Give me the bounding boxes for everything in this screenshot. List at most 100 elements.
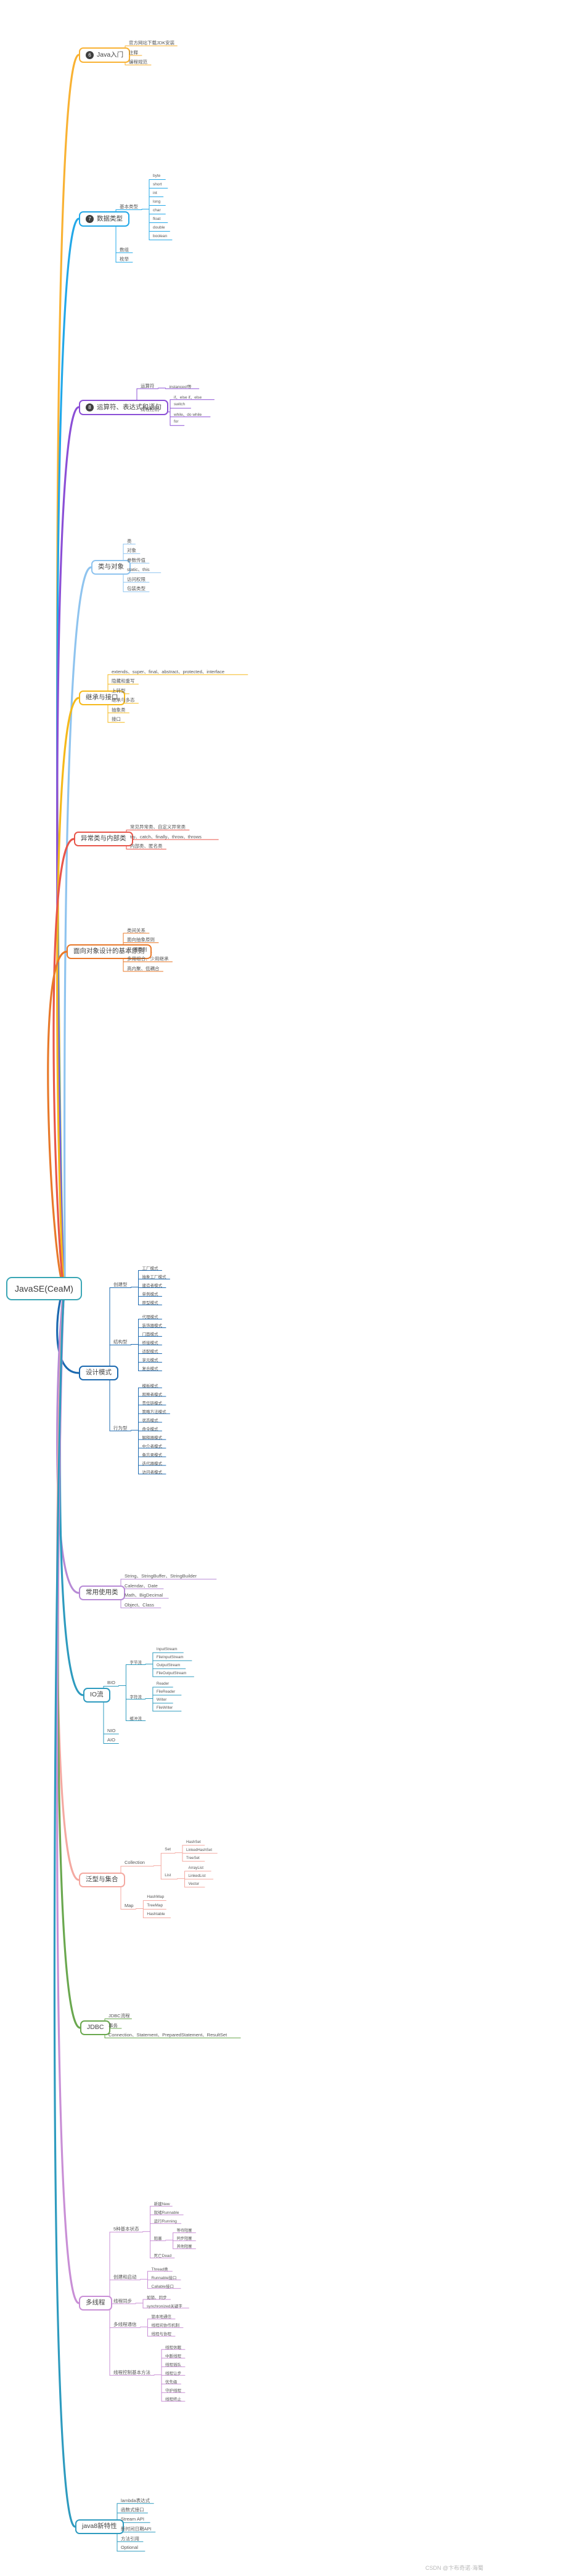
leaf-multithread-3-4[interactable]: 优先级 (165, 2378, 178, 2384)
leaf-design-patterns-2-1[interactable]: 结构型 (113, 1339, 128, 1345)
leaf-operators-2-0[interactable]: 运算符 (141, 383, 155, 389)
leaf-design-patterns-3-5[interactable]: 享元模式 (142, 1356, 158, 1363)
leaf-generics-collections-3-1[interactable]: List (165, 1873, 171, 1877)
leaf-design-patterns-3-5[interactable]: 命令模式 (142, 1425, 158, 1432)
leaf-inherit-interface-2-0[interactable]: extends、super、final、abstract、protected、i… (112, 668, 224, 675)
leaf-generics-collections-4-2[interactable]: Vector (189, 1882, 200, 1886)
leaf-io-3-0[interactable]: 字节流 (129, 1659, 142, 1665)
leaf-io-4-3[interactable]: FileOutputStream (157, 1671, 187, 1675)
leaf-design-patterns-3-4[interactable]: 状态模式 (142, 1417, 158, 1423)
leaf-multithread-3-1[interactable]: Runnable接口 (152, 2274, 177, 2280)
leaf-oo-principles-2-2[interactable]: 开-闭原则 (127, 946, 147, 953)
leaf-multithread-3-1[interactable]: 线程间协作机制 (152, 2322, 180, 2328)
leaf-generics-collections-4-2[interactable]: TreeSet (186, 1856, 200, 1860)
leaf-multithread-3-6[interactable]: 线程终止 (165, 2396, 181, 2402)
leaf-multithread-3-2[interactable]: Callable接口 (152, 2283, 174, 2289)
leaf-io-4-2[interactable]: OutputStream (157, 1663, 181, 1667)
leaf-design-patterns-3-0[interactable]: 模板模式 (142, 1382, 158, 1388)
leaf-oo-principles-2-3[interactable]: 多用组合、少用继承 (127, 955, 169, 962)
leaf-multithread-3-2[interactable]: 线程插队 (165, 2361, 181, 2367)
leaf-design-patterns-3-9[interactable]: 迭代器模式 (142, 1460, 163, 1466)
leaf-multithread-3-5[interactable]: 守护线程 (165, 2387, 181, 2393)
leaf-operators-2-1[interactable]: 流程控制 (141, 406, 159, 413)
leaf-common-classes-2-3[interactable]: Object、Class (125, 1602, 154, 1608)
leaf-java8-2-0[interactable]: lambda表达式 (121, 2497, 150, 2504)
leaf-design-patterns-3-3[interactable]: 策略方法模式 (142, 1408, 166, 1414)
leaf-design-patterns-3-6[interactable]: 复合模式 (142, 1365, 158, 1371)
leaf-multithread-2-3[interactable]: 多线程通信 (113, 2321, 137, 2328)
leaf-multithread-4-0[interactable]: 等待阻塞 (177, 2227, 192, 2233)
leaf-generics-collections-2-0[interactable]: Collection (125, 1860, 145, 1865)
leaf-operators-3-0[interactable]: instanceof等 (170, 383, 192, 389)
leaf-multithread-3-0[interactable]: 如锁、同步 (147, 2294, 167, 2300)
leaf-generics-collections-2-1[interactable]: Map (125, 1903, 134, 1908)
leaf-exception-inner-2-2[interactable]: 内部类、匿名类 (130, 843, 163, 849)
leaf-jdbc-2-0[interactable]: JDBC流程 (108, 2012, 130, 2019)
leaf-java-intro-2-2[interactable]: 编程规范 (129, 59, 147, 65)
leaf-design-patterns-3-7[interactable]: 中介者模式 (142, 1443, 163, 1449)
leaf-design-patterns-3-2[interactable]: 责任链模式 (142, 1399, 163, 1406)
leaf-generics-collections-4-1[interactable]: LinkedHashSet (186, 1848, 212, 1852)
leaf-design-patterns-3-4[interactable]: 原型模式 (142, 1299, 158, 1305)
leaf-design-patterns-3-1[interactable]: 观察者模式 (142, 1391, 163, 1397)
leaf-design-patterns-3-2[interactable]: 门面模式 (142, 1331, 158, 1337)
leaf-io-2-1[interactable]: NIO (107, 1728, 115, 1733)
leaf-class-object-2-1[interactable]: 对象 (127, 547, 136, 554)
leaf-data-types-3-7[interactable]: boolean (153, 234, 167, 238)
leaf-jdbc-2-1[interactable]: 事务 (108, 2022, 118, 2029)
leaf-java8-2-3[interactable]: 新时间日期API (121, 2525, 152, 2532)
leaf-generics-collections-4-0[interactable]: ArrayList (189, 1866, 203, 1870)
leaf-data-types-3-1[interactable]: short (153, 182, 162, 187)
leaf-multithread-2-0[interactable]: 5种基本状态 (113, 2226, 139, 2232)
leaf-io-2-0[interactable]: BIO (107, 1680, 115, 1685)
leaf-design-patterns-3-1[interactable]: 抽象工厂模式 (142, 1273, 166, 1279)
leaf-multithread-3-1[interactable]: 中断线程 (165, 2352, 181, 2359)
leaf-generics-collections-3-2[interactable]: Hashtable (147, 1912, 165, 1916)
leaf-design-patterns-3-0[interactable]: 代理模式 (142, 1313, 158, 1319)
leaf-design-patterns-3-10[interactable]: 访问者模式 (142, 1468, 163, 1475)
leaf-design-patterns-3-4[interactable]: 适配模式 (142, 1348, 158, 1354)
leaf-design-patterns-3-0[interactable]: 工厂模式 (142, 1265, 158, 1271)
leaf-java8-2-2[interactable]: Stream API (121, 2516, 144, 2522)
branch-node-class-object[interactable]: 类与对象 (91, 560, 131, 575)
leaf-multithread-2-4[interactable]: 线程控制基本方法 (113, 2369, 150, 2376)
leaf-generics-collections-4-1[interactable]: LinkedList (189, 1874, 206, 1878)
branch-node-io[interactable]: IO流 (83, 1688, 110, 1703)
leaf-design-patterns-3-1[interactable]: 装饰器模式 (142, 1322, 163, 1328)
leaf-inherit-interface-2-1[interactable]: 隐藏和重写 (112, 678, 135, 684)
leaf-generics-collections-3-1[interactable]: TreeMap (147, 1903, 163, 1908)
leaf-multithread-3-0[interactable]: 锁本地通信 (152, 2313, 172, 2319)
leaf-multithread-3-4[interactable]: 死亡Dead (154, 2252, 172, 2258)
leaf-design-patterns-2-2[interactable]: 行为型 (113, 1425, 128, 1432)
leaf-class-object-2-0[interactable]: 类 (127, 538, 132, 545)
leaf-io-4-0[interactable]: InputStream (157, 1647, 178, 1651)
leaf-io-3-1[interactable]: 字符流 (129, 1693, 142, 1699)
leaf-oo-principles-2-1[interactable]: 面向抽象原则 (127, 936, 155, 943)
leaf-generics-collections-4-0[interactable]: HashSet (186, 1840, 201, 1844)
leaf-data-types-3-3[interactable]: long (153, 200, 160, 204)
leaf-common-classes-2-1[interactable]: Calendar、Date (125, 1582, 158, 1589)
branch-node-exception-inner[interactable]: 异常类与内部类 (74, 832, 133, 846)
leaf-design-patterns-2-0[interactable]: 创建型 (113, 1281, 128, 1288)
leaf-data-types-2-1[interactable]: 数组 (120, 246, 129, 253)
leaf-data-types-2-2[interactable]: 枚举 (120, 256, 129, 262)
leaf-operators-3-0[interactable]: if、else if、else (174, 394, 202, 400)
leaf-multithread-4-1[interactable]: 同步阻塞 (177, 2235, 192, 2241)
leaf-class-object-2-2[interactable]: 参数传值 (127, 557, 145, 564)
leaf-data-types-2-0[interactable]: 基本类型 (120, 203, 138, 210)
leaf-common-classes-2-0[interactable]: String、StringBuffer、StringBuilder (125, 1573, 197, 1579)
leaf-java8-2-5[interactable]: Optional (121, 2545, 138, 2550)
leaf-jdbc-2-2[interactable]: Connection、Statement、PreparedStatement、R… (108, 2031, 227, 2038)
leaf-java-intro-2-1[interactable]: 注释 (129, 49, 138, 56)
leaf-multithread-3-0[interactable]: Thread类 (152, 2266, 168, 2272)
leaf-io-2-2[interactable]: AIO (107, 1737, 115, 1743)
leaf-operators-3-3[interactable]: for (174, 419, 179, 424)
leaf-data-types-3-0[interactable]: byte (153, 174, 160, 178)
branch-node-jdbc[interactable]: JDBC (80, 2020, 111, 2035)
leaf-design-patterns-3-3[interactable]: 单例模式 (142, 1290, 158, 1297)
leaf-design-patterns-3-8[interactable]: 备忘录模式 (142, 1451, 163, 1457)
leaf-java-intro-2-0[interactable]: 官方网站下载JDK安装 (129, 39, 174, 46)
leaf-inherit-interface-2-5[interactable]: 接口 (112, 716, 121, 723)
leaf-data-types-3-2[interactable]: int (153, 191, 157, 195)
branch-node-design-patterns[interactable]: 设计模式 (79, 1366, 118, 1380)
